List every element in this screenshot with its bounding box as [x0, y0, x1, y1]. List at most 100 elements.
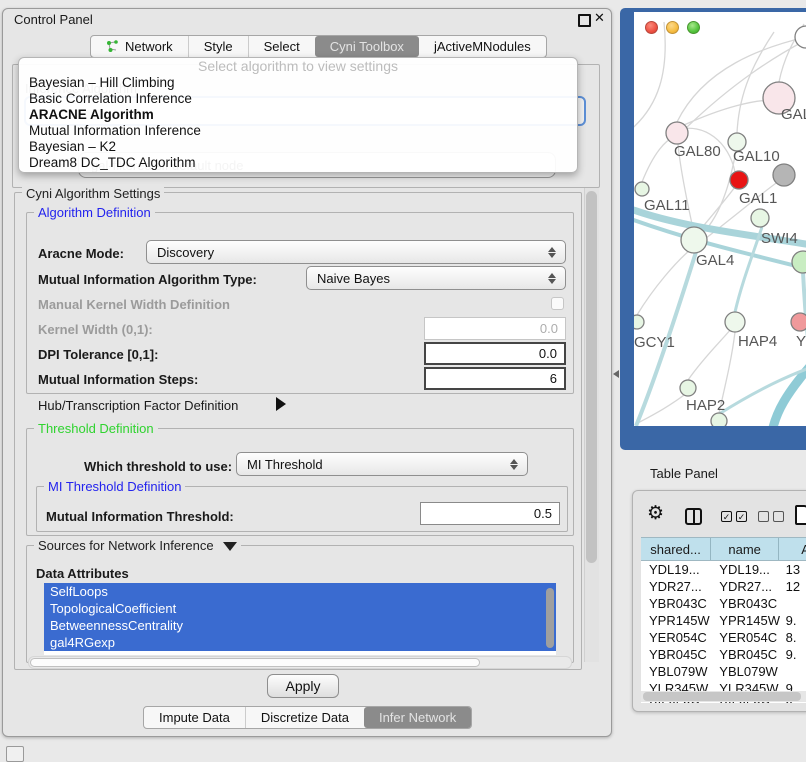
tab-cyni-toolbox[interactable]: Cyni Toolbox — [315, 36, 419, 57]
which-threshold-label: Which threshold to use: — [84, 459, 232, 474]
network-node-label: GAL11 — [644, 197, 690, 214]
network-node-gcy1[interactable] — [634, 315, 644, 329]
network-node-y[interactable] — [791, 313, 806, 331]
column-header-a[interactable]: A — [779, 538, 806, 560]
threshold-definition-title: Threshold Definition — [34, 421, 158, 436]
mi-threshold-title: MI Threshold Definition — [44, 479, 185, 494]
network-node-swi4[interactable] — [751, 209, 769, 227]
tab-network[interactable]: Network — [91, 36, 188, 57]
mi-type-select[interactable]: Naive Bayes — [306, 266, 566, 290]
network-node-gal11[interactable] — [635, 182, 649, 196]
table-cell: YPR145W — [711, 613, 779, 628]
table-cell: 8. — [780, 630, 806, 645]
algorithm-option-bayesian-hill-climbing[interactable]: Bayesian – Hill Climbing — [19, 75, 577, 91]
algorithm-option-aracne-algorithm[interactable]: ARACNE Algorithm — [19, 107, 577, 123]
network-icon — [106, 40, 119, 53]
network-node[interactable] — [773, 164, 795, 186]
close-panel-icon[interactable]: ✕ — [594, 10, 605, 26]
algorithm-option-basic-correlation-inference[interactable]: Basic Correlation Inference — [19, 91, 577, 107]
sources-title[interactable]: Sources for Network Inference — [34, 538, 241, 553]
control-panel-title: Control Panel — [14, 12, 93, 27]
screen: Control Panel ✕ NetworkStyle Select Cyni T… — [0, 0, 806, 762]
network-canvas[interactable]: GALGAL80GAL10GAL1GAL11SWI4GAL4GCY1HAP4YH… — [634, 12, 806, 426]
table-row[interactable]: YBR045CYBR045C9. — [641, 646, 806, 663]
mi-steps-input[interactable]: 6 — [424, 367, 566, 390]
table-cell: YPR145W — [641, 613, 711, 628]
attribute-item[interactable]: TopologicalCoefficient — [44, 600, 556, 617]
tab-label: Cyni Toolbox — [330, 39, 404, 54]
table-cell: YDL19... — [641, 562, 711, 577]
settings-gear-icon[interactable]: ⚙ — [647, 502, 664, 525]
hub-expand-arrow-icon[interactable] — [276, 397, 286, 411]
attribute-item[interactable]: BetweennessCentrality — [44, 617, 556, 634]
network-node-hap4[interactable] — [725, 312, 745, 332]
column-header-name[interactable]: name — [711, 538, 779, 560]
deselect-all-icon2[interactable] — [773, 511, 784, 522]
hidden-panel-icon[interactable] — [6, 746, 24, 762]
column-layout-icon[interactable] — [685, 508, 702, 525]
network-graph[interactable]: GALGAL80GAL10GAL1GAL11SWI4GAL4GCY1HAP4YH… — [634, 12, 806, 426]
attribute-item[interactable]: gal4RGexp — [44, 634, 556, 651]
network-node-gal1[interactable] — [730, 171, 748, 189]
table-row[interactable]: YBL079WYBL079W — [641, 663, 806, 680]
network-node[interactable] — [792, 251, 806, 273]
table-cell: YBL079W — [641, 664, 711, 679]
tab-impute-data[interactable]: Impute Data — [144, 707, 245, 728]
attributes-list[interactable]: SelfLoopsTopologicalCoefficientBetweenne… — [44, 583, 556, 655]
algorithm-option-dream8-dc-tdc-algorithm[interactable]: Dream8 DC_TDC Algorithm — [19, 155, 577, 171]
attributes-scrollbar-thumb[interactable] — [546, 588, 554, 648]
kernel-width-input[interactable]: 0.0 — [424, 317, 566, 340]
network-node-gal4[interactable] — [681, 227, 707, 253]
network-node-hap2[interactable] — [680, 380, 696, 396]
column-header-shared[interactable]: shared... — [641, 538, 711, 560]
tab-jactivemnodules[interactable]: jActiveMNodules — [419, 36, 546, 57]
tab-infer-network[interactable]: Infer Network — [364, 707, 471, 728]
network-node-label: HAP2 — [686, 397, 725, 414]
spinner-arrows-icon — [548, 247, 556, 258]
hub-factor-label[interactable]: Hub/Transcription Factor Definition — [38, 398, 238, 413]
manual-kernel-checkbox[interactable] — [551, 297, 564, 310]
network-node-gal80[interactable] — [666, 122, 688, 144]
tab-discretize-data[interactable]: Discretize Data — [245, 707, 364, 728]
table-row[interactable]: YBR043CYBR043C — [641, 595, 806, 612]
manual-kernel-label: Manual Kernel Width Definition — [38, 297, 230, 312]
table-rows: YDL19...YDL19...13YDR27...YDR27...12YBR0… — [641, 561, 806, 703]
table-cell: 9. — [780, 613, 806, 628]
deselect-all-icon[interactable] — [758, 511, 769, 522]
algorithm-option-bayesian-k2[interactable]: Bayesian – K2 — [19, 139, 577, 155]
data-attributes-label: Data Attributes — [36, 566, 129, 581]
float-window-icon[interactable] — [578, 14, 591, 27]
table-cell: YER054C — [641, 630, 711, 645]
tab-select[interactable]: Select — [248, 36, 315, 57]
sources-hscrollbar-thumb[interactable] — [30, 658, 480, 667]
panel-divider-arrow-icon[interactable] — [613, 370, 619, 378]
table-row[interactable]: YDR27...YDR27...12 — [641, 578, 806, 595]
tab-label: jActiveMNodules — [434, 39, 531, 54]
select-all-icon[interactable]: ✓ — [721, 511, 732, 522]
network-node[interactable] — [711, 413, 727, 426]
network-view-window[interactable]: GALGAL80GAL10GAL1GAL11SWI4GAL4GCY1HAP4YH… — [620, 8, 806, 450]
node-table[interactable]: shared...nameA YDL19...YDL19...13YDR27..… — [641, 537, 806, 703]
apply-button[interactable]: Apply — [267, 674, 339, 698]
which-threshold-select[interactable]: MI Threshold — [236, 452, 528, 476]
select-all-icon2[interactable]: ✓ — [736, 511, 747, 522]
network-node-label: SWI4 — [761, 230, 798, 247]
table-row[interactable]: YPR145WYPR145W9. — [641, 612, 806, 629]
settings-scrollbar-thumb[interactable] — [586, 191, 597, 563]
aracne-mode-select[interactable]: Discovery — [146, 240, 566, 264]
function-builder-icon[interactable] — [795, 505, 806, 525]
dpi-tolerance-input[interactable]: 0.0 — [424, 342, 566, 365]
mi-threshold-input[interactable]: 0.5 — [420, 502, 560, 525]
table-hscrollbar-thumb[interactable] — [643, 692, 801, 701]
collapse-arrow-icon[interactable] — [223, 542, 237, 551]
table-row[interactable]: YDL19...YDL19...13 — [641, 561, 806, 578]
algorithm-option-mutual-information-inference[interactable]: Mutual Information Inference — [19, 123, 577, 139]
attribute-item[interactable]: SelfLoops — [44, 583, 556, 600]
dpi-tolerance-label: DPI Tolerance [0,1]: — [38, 347, 158, 362]
tab-style[interactable]: Style — [188, 36, 248, 57]
table-row[interactable]: YER054CYER054C8. — [641, 629, 806, 646]
algorithm-dropdown: Select algorithm to view settings Bayesi… — [18, 57, 578, 173]
cyni-settings-title: Cyni Algorithm Settings — [22, 186, 164, 201]
tab-label: Select — [264, 39, 300, 54]
table-header-row: shared...nameA — [641, 537, 806, 561]
